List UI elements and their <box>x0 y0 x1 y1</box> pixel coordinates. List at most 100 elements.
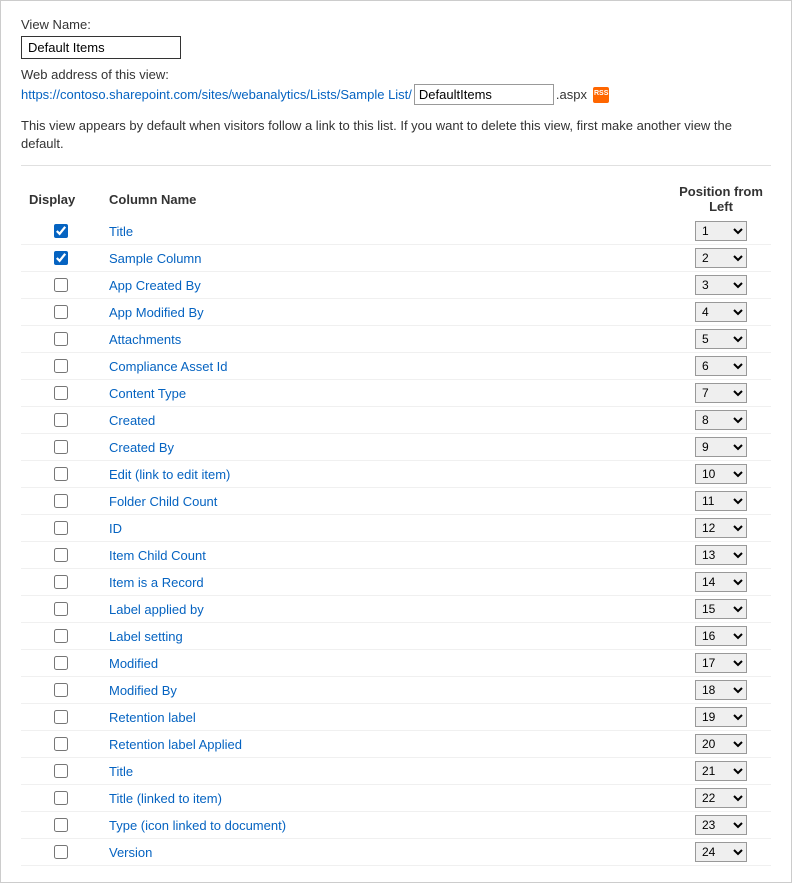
position-select[interactable]: 123456789101112131415161718192021222324 <box>695 815 747 835</box>
position-select[interactable]: 123456789101112131415161718192021222324 <box>695 734 747 754</box>
display-checkbox[interactable] <box>54 251 68 265</box>
position-select[interactable]: 123456789101112131415161718192021222324 <box>695 680 747 700</box>
column-name-link[interactable]: Title <box>109 764 133 779</box>
position-select[interactable]: 123456789101112131415161718192021222324 <box>695 599 747 619</box>
table-row: Title 12345678910111213141516171819202122… <box>21 758 771 785</box>
display-cell <box>21 326 101 353</box>
display-cell <box>21 407 101 434</box>
position-select[interactable]: 123456789101112131415161718192021222324 <box>695 221 747 241</box>
view-name-input[interactable] <box>21 36 181 59</box>
table-row: ID 12345678910111213141516171819202122232… <box>21 515 771 542</box>
display-checkbox[interactable] <box>54 791 68 805</box>
column-name-link[interactable]: Type (icon linked to document) <box>109 818 286 833</box>
display-checkbox[interactable] <box>54 710 68 724</box>
column-name-link[interactable]: Item is a Record <box>109 575 204 590</box>
view-name-label: View Name: <box>21 17 771 32</box>
column-name-link[interactable]: Label setting <box>109 629 183 644</box>
web-address-label: Web address of this view: <box>21 67 771 82</box>
position-select[interactable]: 123456789101112131415161718192021222324 <box>695 545 747 565</box>
column-name-link[interactable]: Retention label Applied <box>109 737 242 752</box>
position-select[interactable]: 123456789101112131415161718192021222324 <box>695 761 747 781</box>
display-checkbox[interactable] <box>54 575 68 589</box>
column-name-link[interactable]: Folder Child Count <box>109 494 217 509</box>
column-name-cell: Modified <box>101 650 671 677</box>
table-row: Label setting 123456789101112131415161718… <box>21 623 771 650</box>
display-checkbox[interactable] <box>54 305 68 319</box>
table-row: Item Child Count 123456789101112131415161… <box>21 542 771 569</box>
position-select[interactable]: 123456789101112131415161718192021222324 <box>695 275 747 295</box>
position-select[interactable]: 123456789101112131415161718192021222324 <box>695 302 747 322</box>
display-checkbox[interactable] <box>54 494 68 508</box>
column-name-link[interactable]: App Modified By <box>109 305 204 320</box>
column-name-cell: Attachments <box>101 326 671 353</box>
position-cell: 123456789101112131415161718192021222324 <box>671 515 771 542</box>
display-checkbox[interactable] <box>54 413 68 427</box>
column-name-link[interactable]: Modified By <box>109 683 177 698</box>
display-checkbox[interactable] <box>54 818 68 832</box>
display-checkbox[interactable] <box>54 467 68 481</box>
display-cell <box>21 785 101 812</box>
position-select[interactable]: 123456789101112131415161718192021222324 <box>695 518 747 538</box>
display-checkbox[interactable] <box>54 602 68 616</box>
display-checkbox[interactable] <box>54 521 68 535</box>
display-cell <box>21 704 101 731</box>
display-checkbox[interactable] <box>54 629 68 643</box>
column-name-link[interactable]: Modified <box>109 656 158 671</box>
display-cell <box>21 731 101 758</box>
position-select[interactable]: 123456789101112131415161718192021222324 <box>695 356 747 376</box>
position-select[interactable]: 123456789101112131415161718192021222324 <box>695 491 747 511</box>
column-name-link[interactable]: Created <box>109 413 155 428</box>
rss-icon[interactable] <box>593 87 609 103</box>
column-name-link[interactable]: Version <box>109 845 152 860</box>
position-select[interactable]: 123456789101112131415161718192021222324 <box>695 464 747 484</box>
display-checkbox[interactable] <box>54 278 68 292</box>
column-name-link[interactable]: Title (linked to item) <box>109 791 222 806</box>
position-select[interactable]: 123456789101112131415161718192021222324 <box>695 572 747 592</box>
display-checkbox[interactable] <box>54 656 68 670</box>
position-select[interactable]: 123456789101112131415161718192021222324 <box>695 383 747 403</box>
display-checkbox[interactable] <box>54 386 68 400</box>
column-name-link[interactable]: Label applied by <box>109 602 204 617</box>
display-checkbox[interactable] <box>54 845 68 859</box>
position-select[interactable]: 123456789101112131415161718192021222324 <box>695 626 747 646</box>
column-name-link[interactable]: Sample Column <box>109 251 202 266</box>
display-checkbox[interactable] <box>54 764 68 778</box>
info-text: This view appears by default when visito… <box>21 117 771 166</box>
display-checkbox[interactable] <box>54 224 68 238</box>
display-cell <box>21 245 101 272</box>
column-name-link[interactable]: App Created By <box>109 278 201 293</box>
web-address-input[interactable] <box>414 84 554 105</box>
display-checkbox[interactable] <box>54 440 68 454</box>
column-name-cell: Label setting <box>101 623 671 650</box>
display-cell <box>21 272 101 299</box>
position-cell: 123456789101112131415161718192021222324 <box>671 380 771 407</box>
position-cell: 123456789101112131415161718192021222324 <box>671 461 771 488</box>
display-checkbox[interactable] <box>54 548 68 562</box>
column-name-link[interactable]: Retention label <box>109 710 196 725</box>
column-name-link[interactable]: Compliance Asset Id <box>109 359 228 374</box>
position-select[interactable]: 123456789101112131415161718192021222324 <box>695 842 747 862</box>
position-select[interactable]: 123456789101112131415161718192021222324 <box>695 437 747 457</box>
column-name-link[interactable]: Content Type <box>109 386 186 401</box>
position-select[interactable]: 123456789101112131415161718192021222324 <box>695 410 747 430</box>
display-checkbox[interactable] <box>54 737 68 751</box>
position-cell: 123456789101112131415161718192021222324 <box>671 704 771 731</box>
table-row: Edit (link to edit item) 1234567891011121… <box>21 461 771 488</box>
position-cell: 123456789101112131415161718192021222324 <box>671 245 771 272</box>
position-select[interactable]: 123456789101112131415161718192021222324 <box>695 788 747 808</box>
column-name-link[interactable]: Created By <box>109 440 174 455</box>
column-name-link[interactable]: Item Child Count <box>109 548 206 563</box>
column-name-link[interactable]: Attachments <box>109 332 181 347</box>
display-cell <box>21 839 101 866</box>
position-select[interactable]: 123456789101112131415161718192021222324 <box>695 329 747 349</box>
column-name-link[interactable]: Title <box>109 224 133 239</box>
display-checkbox[interactable] <box>54 332 68 346</box>
display-checkbox[interactable] <box>54 683 68 697</box>
display-cell <box>21 812 101 839</box>
column-name-link[interactable]: ID <box>109 521 122 536</box>
display-checkbox[interactable] <box>54 359 68 373</box>
position-select[interactable]: 123456789101112131415161718192021222324 <box>695 707 747 727</box>
column-name-link[interactable]: Edit (link to edit item) <box>109 467 230 482</box>
position-select[interactable]: 123456789101112131415161718192021222324 <box>695 248 747 268</box>
position-select[interactable]: 123456789101112131415161718192021222324 <box>695 653 747 673</box>
